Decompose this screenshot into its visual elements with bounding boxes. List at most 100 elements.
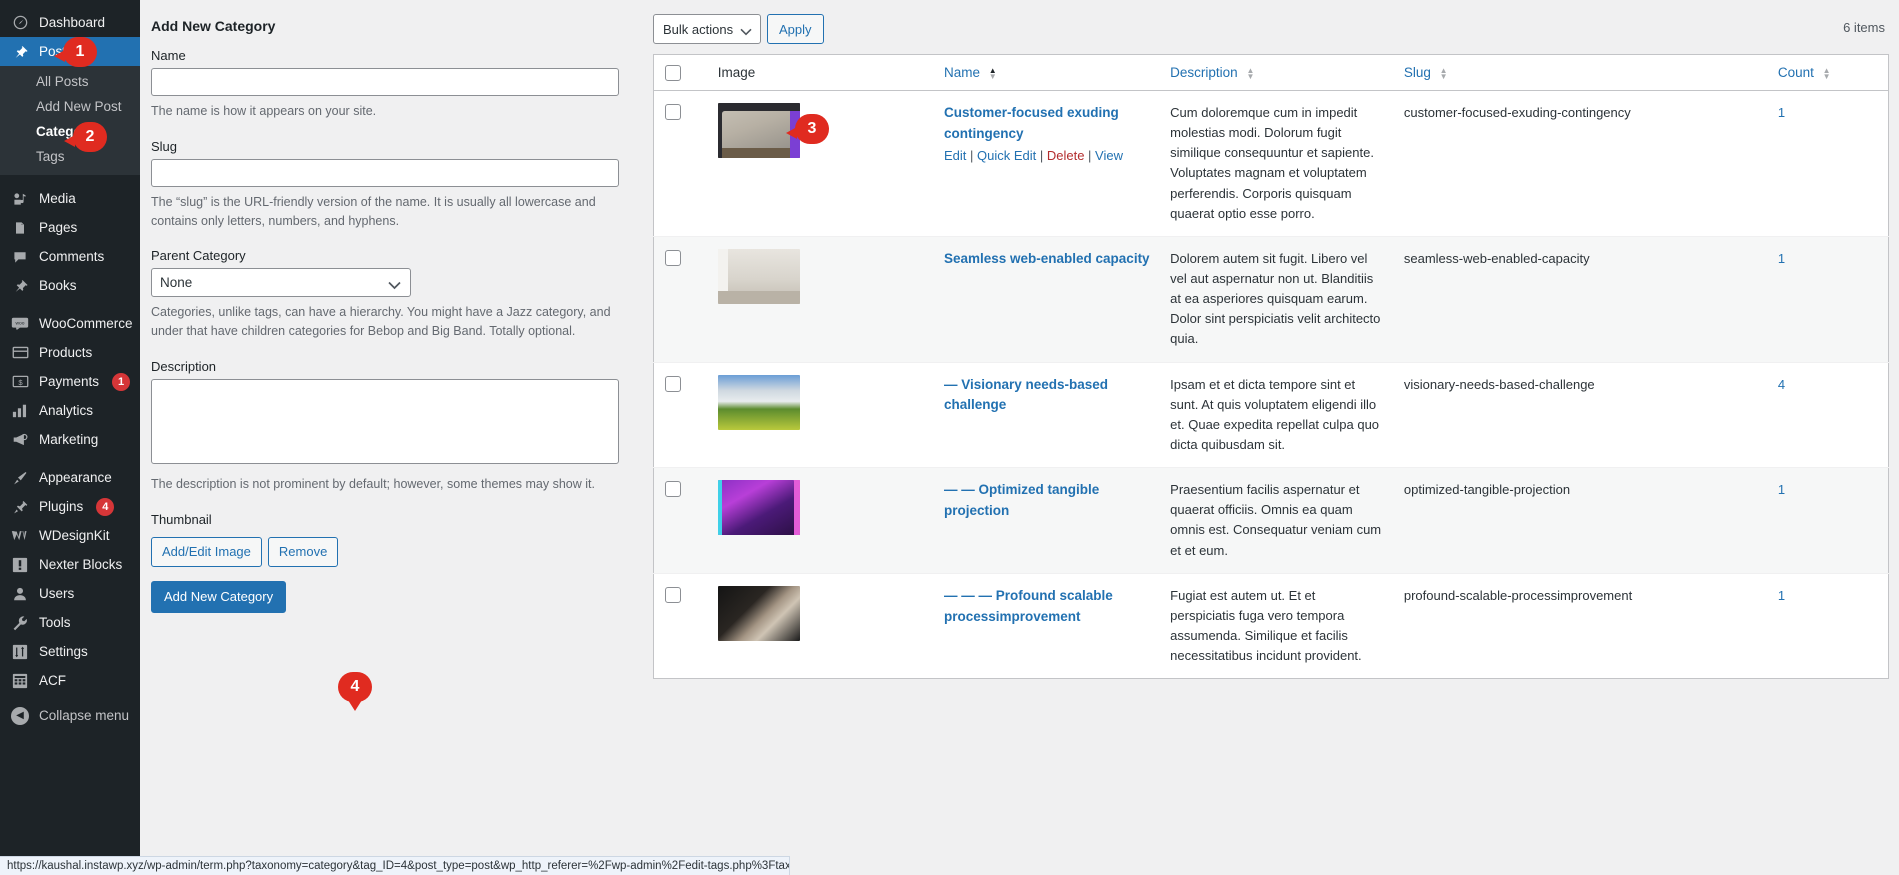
acf-icon: [10, 671, 30, 691]
dashboard-icon: [10, 13, 30, 33]
sidebar-item-payments[interactable]: $ Payments 1: [0, 367, 140, 396]
pin-icon: [10, 42, 30, 62]
remove-image-button[interactable]: Remove: [267, 536, 339, 567]
sidebar-item-settings[interactable]: Settings: [0, 637, 140, 666]
sidebar-item-plugins[interactable]: Plugins 4: [0, 492, 140, 521]
settings-icon: [10, 642, 30, 662]
category-list-panel: Bulk actions Apply 6 items Image Name ▲ …: [645, 0, 1899, 875]
menu-divider: [0, 454, 140, 463]
row-name-cell: Customer-focused exuding contingency Edi…: [933, 90, 1161, 237]
sidebar-item-wdesignkit[interactable]: WDesignKit: [0, 521, 140, 550]
sidebar-item-pages[interactable]: Pages: [0, 213, 140, 242]
sidebar-item-comments[interactable]: Comments: [0, 242, 140, 271]
sidebar-label: Payments: [39, 374, 100, 389]
row-count-cell: 4: [1767, 361, 1889, 468]
row-count-link[interactable]: 4: [1778, 377, 1785, 392]
column-header-description[interactable]: Description ▲ ▼: [1160, 54, 1394, 91]
submenu-item-tags[interactable]: Tags: [0, 144, 140, 169]
column-label: Image: [717, 65, 756, 80]
sidebar-item-users[interactable]: Users: [0, 579, 140, 608]
plugins-badge: 4: [96, 497, 115, 516]
collapse-menu-button[interactable]: ◀ Collapse menu: [0, 701, 140, 730]
column-label: Name: [943, 65, 980, 80]
row-count-link[interactable]: 1: [1778, 105, 1785, 120]
row-action-edit[interactable]: Edit: [944, 148, 966, 163]
select-all-checkbox[interactable]: [665, 65, 681, 81]
row-name-cell: — — — Profound scalable processimproveme…: [933, 572, 1161, 679]
name-field-label: Name: [151, 48, 186, 63]
sidebar-item-media[interactable]: Media: [0, 184, 140, 213]
parent-category-select[interactable]: None: [151, 268, 411, 298]
sidebar-item-marketing[interactable]: Marketing: [0, 425, 140, 454]
svg-text:woo: woo: [16, 322, 25, 327]
slug-input[interactable]: [151, 158, 619, 187]
row-count-link[interactable]: 1: [1778, 251, 1785, 266]
row-count-link[interactable]: 1: [1778, 588, 1785, 603]
row-checkbox[interactable]: [665, 586, 681, 603]
sidebar-item-books[interactable]: Books: [0, 271, 140, 300]
row-thumbnail: [717, 248, 800, 304]
payments-badge: 1: [112, 372, 131, 391]
sidebar-label: Settings: [39, 644, 88, 659]
wdesignkit-icon: [10, 526, 30, 546]
row-checkbox[interactable]: [665, 481, 681, 498]
column-header-name[interactable]: Name ▲ ▼: [933, 54, 1161, 91]
menu-divider: [0, 300, 140, 309]
column-header-count[interactable]: Count ▲ ▼: [1767, 54, 1889, 91]
thumbnail-buttons: Add/Edit Image Remove: [151, 536, 619, 567]
submenu-label: Add New Post: [36, 99, 122, 114]
add-new-category-submit-button[interactable]: Add New Category: [151, 580, 287, 613]
row-title-link[interactable]: Customer-focused exuding contingency: [944, 105, 1119, 141]
row-count-cell: 1: [1767, 90, 1889, 237]
pin-icon: [10, 276, 30, 296]
add-edit-image-button[interactable]: Add/Edit Image: [151, 536, 262, 567]
column-header-slug[interactable]: Slug ▲ ▼: [1393, 54, 1768, 91]
bulk-actions-select[interactable]: Bulk actions: [653, 14, 761, 44]
woo-icon: woo: [10, 314, 30, 334]
row-select-cell: [653, 361, 708, 468]
row-image-cell: [707, 467, 934, 574]
row-title-link[interactable]: Seamless web-enabled capacity: [944, 251, 1150, 266]
row-checkbox[interactable]: [665, 249, 681, 266]
sidebar-item-analytics[interactable]: Analytics: [0, 396, 140, 425]
row-description-cell: Ipsam et et dicta tempore sint et sunt. …: [1160, 361, 1394, 468]
admin-main: Add New Category Name The name is how it…: [140, 0, 1899, 875]
row-image-cell: [707, 361, 934, 468]
submenu-item-all-posts[interactable]: All Posts: [0, 69, 140, 94]
row-checkbox[interactable]: [665, 375, 681, 392]
name-help-text: The name is how it appears on your site.: [151, 104, 377, 118]
row-count-link[interactable]: 1: [1778, 482, 1785, 497]
row-title-link[interactable]: — — — Profound scalable processimproveme…: [944, 588, 1113, 624]
row-action-view[interactable]: View: [1095, 148, 1123, 163]
submenu-item-add-new-post[interactable]: Add New Post: [0, 94, 140, 119]
row-action-delete[interactable]: Delete: [1047, 148, 1085, 163]
row-title-link[interactable]: — — Optimized tangible projection: [944, 482, 1099, 518]
sidebar-item-acf[interactable]: ACF: [0, 666, 140, 695]
sidebar-item-products[interactable]: Products: [0, 338, 140, 367]
sidebar-item-tools[interactable]: Tools: [0, 608, 140, 637]
apply-button[interactable]: Apply: [767, 14, 824, 44]
row-action-quick-edit[interactable]: Quick Edit: [977, 148, 1036, 163]
sidebar-label: Media: [39, 191, 76, 206]
row-checkbox[interactable]: [665, 104, 681, 120]
sidebar-item-appearance[interactable]: Appearance: [0, 463, 140, 492]
row-slug-cell: visionary-needs-based-challenge: [1393, 361, 1768, 468]
row-slug-cell: optimized-tangible-projection: [1393, 467, 1768, 574]
items-count-label: 6 items: [1843, 20, 1885, 35]
submenu-label: Tags: [36, 149, 65, 164]
sidebar-item-woocommerce[interactable]: woo WooCommerce: [0, 309, 140, 338]
user-icon: [10, 584, 30, 604]
row-title-link[interactable]: — Visionary needs-based challenge: [944, 377, 1108, 413]
row-thumbnail: [717, 585, 800, 641]
name-input[interactable]: [151, 68, 619, 96]
sidebar-label: Analytics: [39, 403, 94, 418]
sidebar-label: Marketing: [39, 432, 99, 447]
row-slug-cell: customer-focused-exuding-contingency: [1393, 90, 1768, 237]
sidebar-item-dashboard[interactable]: Dashboard: [0, 8, 140, 37]
sort-indicator-icon: ▲ ▼: [988, 65, 997, 81]
row-description-cell: Dolorem autem sit fugit. Libero vel vel …: [1160, 235, 1394, 363]
sidebar-item-nexter-blocks[interactable]: Nexter Blocks: [0, 550, 140, 579]
row-description-cell: Praesentium facilis aspernatur et quaera…: [1160, 467, 1394, 574]
row-count-cell: 1: [1767, 467, 1889, 574]
description-textarea[interactable]: [151, 378, 619, 464]
